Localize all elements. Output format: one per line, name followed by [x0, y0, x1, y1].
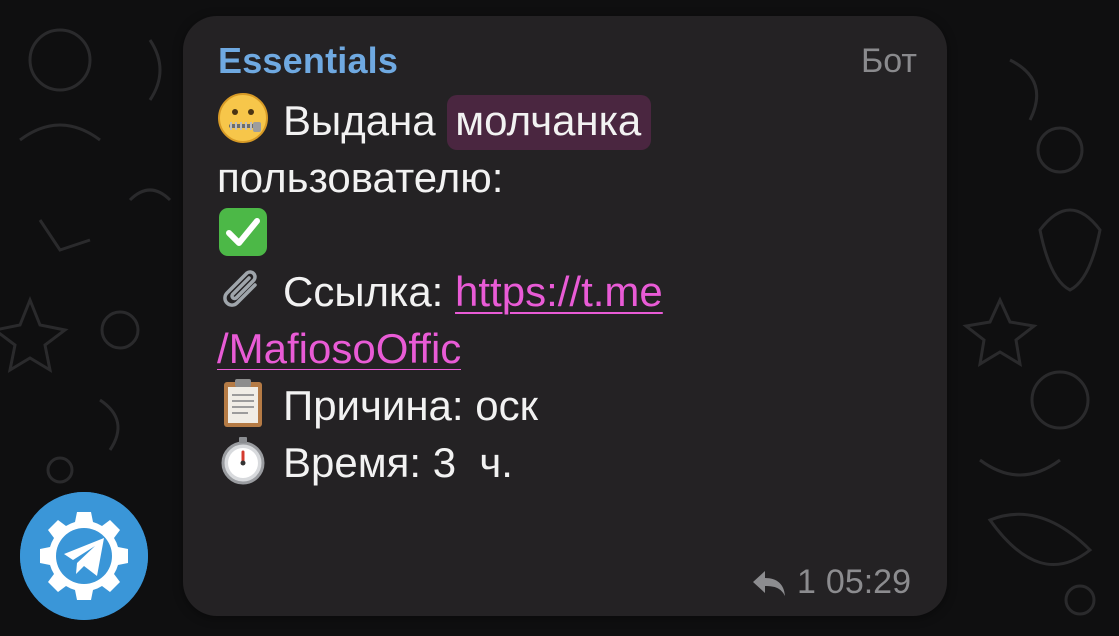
reply-count[interactable]: 1: [797, 563, 816, 602]
clipboard-icon: [217, 377, 269, 429]
telegram-gear-icon[interactable]: [20, 492, 148, 620]
link-url-part1[interactable]: https://t.me: [455, 268, 663, 315]
link-line: Ссылка: https://t.me: [217, 263, 917, 320]
time-value: 3 ч.: [432, 439, 513, 486]
time-line: Время: 3 ч.: [217, 434, 917, 491]
bot-badge: Бот: [860, 42, 917, 80]
mute-line: Выдана молчанка: [217, 92, 917, 150]
message-time: 05:29: [825, 563, 911, 601]
stopwatch-icon: [217, 434, 269, 486]
mute-prefix: Выдана: [283, 97, 436, 144]
user-line: [217, 206, 917, 263]
paperclip-icon: [217, 263, 269, 315]
time-label: Время:: [283, 439, 422, 486]
reason-line: Причина: оск: [217, 377, 917, 434]
message-text: Выдана молчанка пользователю: Ссылка: ht…: [217, 92, 917, 491]
reason-value: оск: [475, 382, 538, 429]
message-footer: 1 05:29: [751, 563, 911, 602]
sender-name[interactable]: Essentials: [218, 40, 398, 82]
reply-arrow-icon[interactable]: [751, 568, 787, 598]
reason-label: Причина:: [283, 382, 464, 429]
user-label: пользователю:: [217, 154, 504, 201]
zipper-mouth-face-icon: [217, 92, 269, 144]
link-label: Ссылка:: [283, 268, 444, 315]
link-line-cont: /MafiosoOffic: [217, 320, 917, 377]
check-mark-button-icon: [217, 206, 269, 258]
message-bubble[interactable]: Essentials Бот Выдана молчанка пользоват…: [183, 16, 947, 616]
link-url-part2[interactable]: /MafiosoOffic: [217, 320, 461, 370]
mute-type-highlight[interactable]: молчанка: [447, 95, 652, 150]
